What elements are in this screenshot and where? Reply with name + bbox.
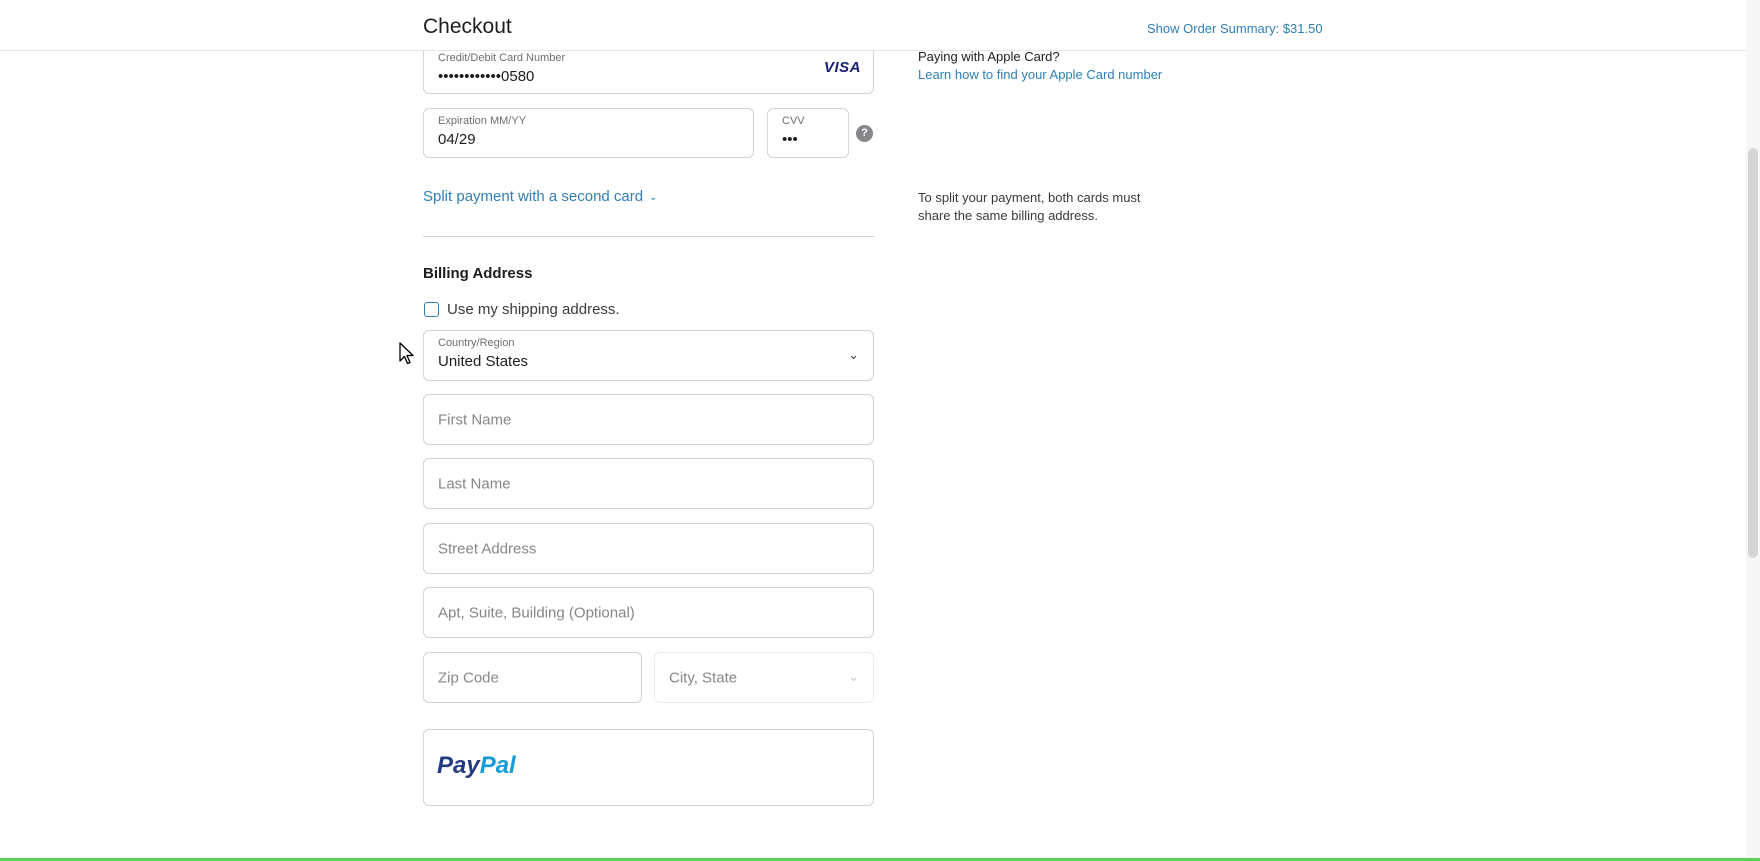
visa-logo-icon: VISA [823, 59, 861, 76]
last-name-placeholder: Last Name [438, 475, 511, 492]
cvv-label: CVV [782, 115, 805, 127]
section-divider [423, 236, 874, 237]
card-number-field[interactable]: Credit/Debit Card Number ••••••••••••058… [423, 46, 874, 94]
country-region-select[interactable]: Country/Region United States ⌄ [423, 330, 874, 381]
billing-address-heading: Billing Address [423, 265, 533, 282]
first-name-placeholder: First Name [438, 411, 512, 428]
page-title: Checkout [423, 15, 512, 38]
card-number-label: Credit/Debit Card Number [438, 52, 566, 64]
paypal-logo-icon: PayPal [437, 752, 516, 779]
chevron-down-icon: ⌄ [848, 347, 859, 362]
scrollbar-thumb[interactable] [1748, 148, 1758, 558]
show-order-summary-link[interactable]: Show Order Summary: $31.50 [1147, 21, 1323, 36]
use-shipping-address-label[interactable]: Use my shipping address. [447, 301, 620, 318]
split-payment-label: Split payment with a second card [423, 188, 644, 205]
apt-suite-field[interactable]: Apt, Suite, Building (Optional) [423, 587, 874, 638]
expiration-label: Expiration MM/YY [438, 115, 527, 127]
zip-code-placeholder: Zip Code [438, 669, 499, 686]
apple-card-question: Paying with Apple Card? [918, 49, 1060, 64]
last-name-field[interactable]: Last Name [423, 458, 874, 509]
expiration-value: 04/29 [438, 131, 476, 148]
country-region-value: United States [438, 353, 529, 370]
mouse-cursor-icon [399, 342, 414, 365]
cvv-field[interactable]: CVV ••• [767, 108, 849, 158]
apple-card-help-link[interactable]: Learn how to find your Apple Card number [918, 67, 1162, 82]
chevron-down-icon: ⌄ [848, 669, 859, 684]
use-shipping-address-checkbox[interactable] [424, 302, 439, 317]
first-name-field[interactable]: First Name [423, 394, 874, 445]
apt-suite-placeholder: Apt, Suite, Building (Optional) [438, 604, 635, 621]
checkout-page: Checkout Show Order Summary: $31.50 Cred… [0, 0, 1760, 861]
split-payment-note: To split your payment, both cards must s… [918, 190, 1141, 223]
expiration-field[interactable]: Expiration MM/YY 04/29 [423, 108, 754, 158]
country-region-label: Country/Region [438, 337, 515, 349]
card-number-value: ••••••••••••0580 [438, 68, 535, 85]
zip-code-field[interactable]: Zip Code [423, 652, 642, 703]
city-state-select[interactable]: City, State ⌄ [654, 652, 874, 703]
street-address-field[interactable]: Street Address [423, 523, 874, 574]
city-state-placeholder: City, State [669, 669, 738, 686]
paypal-button[interactable]: PayPal [423, 729, 874, 806]
split-payment-link[interactable]: Split payment with a second card ⌄ [423, 188, 658, 205]
chevron-down-icon: ⌄ [649, 192, 658, 203]
cvv-value: ••• [782, 131, 798, 148]
street-address-placeholder: Street Address [438, 540, 537, 557]
checkout-header: Checkout Show Order Summary: $31.50 [0, 0, 1746, 51]
cvv-help-icon[interactable]: ? [856, 125, 873, 142]
page-scrollbar[interactable] [1746, 0, 1760, 861]
